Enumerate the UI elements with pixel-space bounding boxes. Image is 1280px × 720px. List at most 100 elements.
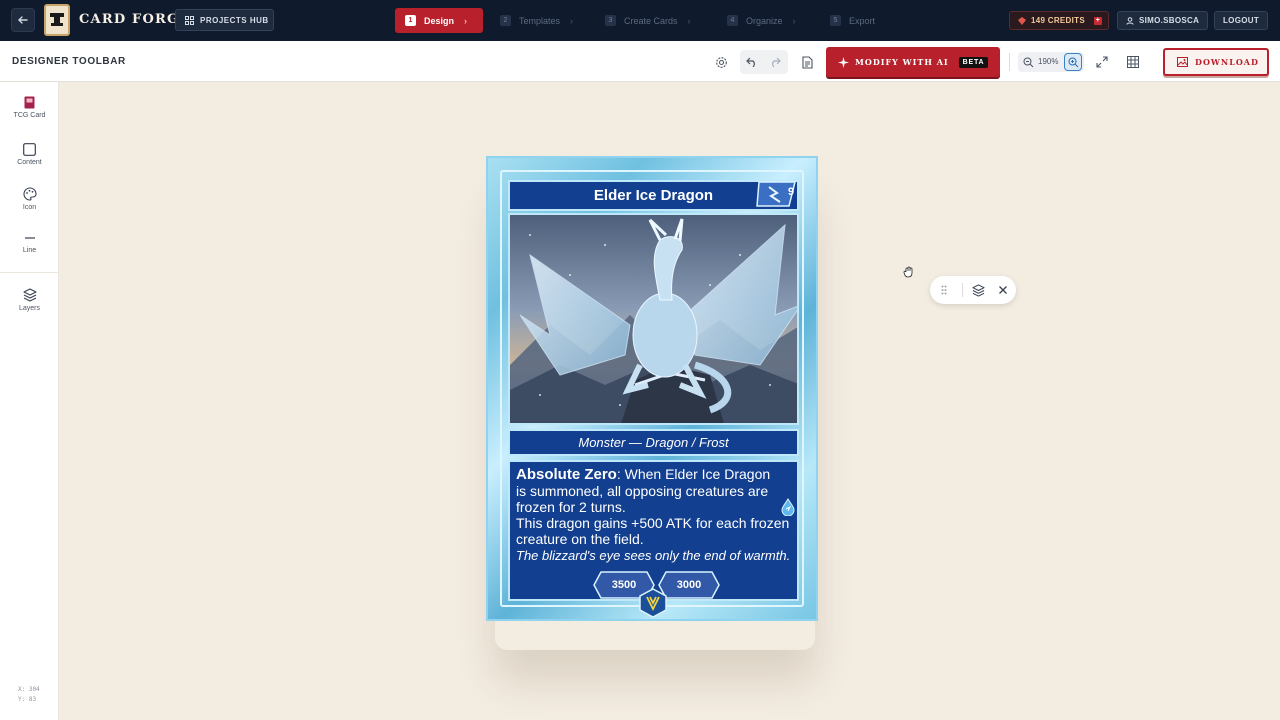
step-number: 3	[605, 15, 616, 26]
zoom-in-icon	[1068, 57, 1078, 67]
step-design[interactable]: 1 Design ›	[395, 8, 483, 33]
user-icon	[1126, 16, 1134, 25]
hand-cursor-icon	[903, 266, 913, 278]
sidebar-item-content[interactable]: Content	[0, 143, 59, 183]
fullscreen-button[interactable]	[1093, 53, 1111, 71]
zoom-out-icon	[1023, 57, 1033, 67]
step-label: Organize	[746, 15, 783, 26]
credits-count: 149 CREDITS	[1031, 16, 1085, 25]
layers-icon	[22, 288, 37, 302]
sidebar-item-label: Line	[22, 247, 37, 254]
sidebar-item-label: Layers	[18, 305, 40, 312]
chevron-right-icon: ›	[792, 15, 796, 26]
line-icon	[24, 237, 35, 239]
app-logo[interactable]	[44, 4, 70, 36]
element-floating-toolbar	[930, 276, 1016, 304]
close-button[interactable]	[994, 281, 1012, 299]
step-label: Export	[849, 15, 876, 26]
tcg-card[interactable]: Elder Ice Dragon 9 Monster — Dragon / Fr…	[486, 156, 818, 621]
user-menu-button[interactable]: SIMO.SBOSCA	[1117, 11, 1208, 30]
card-icon	[24, 96, 35, 109]
document-icon	[801, 55, 813, 69]
username: SIMO.SBOSCA	[1139, 16, 1200, 25]
back-button[interactable]	[11, 8, 35, 32]
step-export[interactable]: 5 Export	[830, 8, 875, 33]
credits-badge[interactable]: 149 CREDITS +	[1009, 11, 1109, 30]
card-level[interactable]: 9	[788, 186, 794, 198]
app-name: CARD FORGE	[79, 12, 191, 27]
undo-button[interactable]	[743, 53, 761, 71]
redo-button[interactable]	[766, 53, 784, 71]
toolbar-divider	[1009, 53, 1010, 71]
step-label: Create Cards	[624, 15, 678, 26]
redo-icon	[772, 57, 781, 67]
coord-y: Y: 83	[18, 696, 37, 703]
document-button[interactable]	[798, 53, 816, 71]
toolbar-title: DESIGNER TOOLBAR	[12, 56, 126, 67]
sidebar-item-tcg-card[interactable]: TCG Card	[0, 96, 59, 136]
ability-name: Absolute Zero	[516, 466, 617, 483]
step-number: 1	[405, 15, 416, 26]
modify-with-ai-button[interactable]: MODIFY WITH AI BETA	[826, 47, 1000, 77]
water-drop-icon	[781, 498, 795, 516]
layers-icon	[971, 283, 985, 297]
ability-bonus: This dragon gains +500 ATK for each froz…	[516, 515, 790, 547]
floating-toolbar-divider	[962, 283, 963, 297]
ai-button-label: MODIFY WITH AI	[855, 57, 949, 67]
step-templates[interactable]: 2 Templates ›	[500, 8, 590, 33]
download-button[interactable]: DOWNLOAD	[1163, 48, 1269, 76]
download-label: DOWNLOAD	[1195, 57, 1259, 67]
step-number: 5	[830, 15, 841, 26]
sidebar-item-line[interactable]: Line	[0, 232, 59, 272]
designer-toolbar: DESIGNER TOOLBAR MODIFY WITH AI BETA 190…	[0, 41, 1280, 82]
image-icon	[1177, 57, 1188, 67]
attack-value: 3500	[611, 579, 637, 591]
arrow-left-icon	[18, 16, 28, 24]
workflow-steps: 1 Design › 2 Templates › 3 Create Cards …	[395, 8, 875, 33]
sidebar-item-layers[interactable]: Layers	[0, 288, 59, 328]
ability-text: Absolute Zero: When Elder Ice Dragon is …	[516, 466, 791, 515]
grid-toggle-button[interactable]	[1124, 53, 1142, 71]
flavor-text: The blizzard's eye sees only the end of …	[516, 548, 791, 563]
drag-handle[interactable]	[935, 281, 953, 299]
step-create-cards[interactable]: 3 Create Cards ›	[605, 8, 716, 33]
grid-icon	[1127, 56, 1139, 68]
history-controls	[740, 50, 788, 74]
card-type-line[interactable]: Monster — Dragon / Frost	[508, 429, 799, 456]
chevron-right-icon: ›	[464, 15, 468, 26]
defense-stat[interactable]: 3000	[658, 571, 720, 599]
palette-icon	[22, 187, 37, 201]
sidebar-divider	[0, 272, 59, 273]
dragon-illustration	[510, 215, 797, 423]
logout-button[interactable]: LOGOUT	[1214, 11, 1268, 30]
gem-icon	[1018, 16, 1026, 25]
layers-button[interactable]	[969, 281, 987, 299]
projects-hub-label: PROJECTS HUB	[200, 15, 269, 25]
cursor-coordinates: X: 304 Y: 83	[18, 685, 40, 705]
zoom-level: 190%	[1038, 57, 1059, 66]
step-number: 4	[727, 15, 738, 26]
settings-button[interactable]	[712, 53, 730, 71]
drag-dots-icon	[941, 285, 947, 295]
grid-icon	[185, 15, 194, 25]
card-artwork[interactable]	[508, 213, 799, 425]
zoom-in-button[interactable]	[1064, 53, 1082, 71]
gear-icon	[715, 56, 727, 68]
close-icon	[999, 286, 1007, 294]
zoom-out-button[interactable]	[1019, 53, 1037, 71]
coord-x: X: 304	[18, 686, 40, 693]
sidebar-item-label: Icon	[22, 204, 37, 211]
faction-emblem-icon	[639, 588, 667, 618]
square-icon	[23, 143, 36, 156]
expand-icon	[1096, 56, 1108, 68]
add-credits-icon[interactable]: +	[1093, 16, 1102, 25]
step-label: Templates	[519, 15, 561, 26]
left-sidebar: TCG Card Content Icon Line Layers X: 304…	[0, 82, 59, 720]
anvil-icon	[50, 13, 64, 26]
sidebar-item-icon[interactable]: Icon	[0, 187, 59, 227]
undo-icon	[746, 57, 755, 67]
chevron-right-icon: ›	[570, 15, 574, 26]
step-organize[interactable]: 4 Organize ›	[727, 8, 819, 33]
chevron-right-icon: ›	[687, 15, 691, 26]
projects-hub-button[interactable]: PROJECTS HUB	[175, 9, 274, 31]
